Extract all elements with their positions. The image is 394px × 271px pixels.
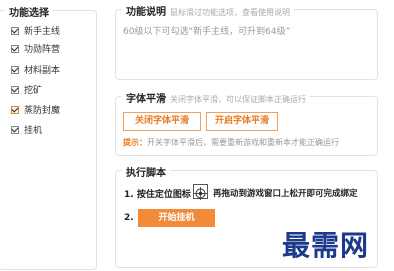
checkbox[interactable]: [11, 26, 19, 35]
option-newbie-mainline[interactable]: 新手主线: [11, 24, 60, 37]
option-label: 蒸防封魔: [24, 106, 61, 116]
checkbox[interactable]: [11, 65, 19, 74]
option-label: 新手主线: [24, 27, 61, 37]
enable-smoothing-button[interactable]: 开启字体平滑: [206, 112, 278, 131]
checkbox[interactable]: [11, 85, 19, 94]
option-mining[interactable]: 挖矿: [11, 83, 42, 96]
feature-description-text: 60级以下可勾选“新手主线，可升到64级”: [123, 27, 291, 37]
option-label: 功勋阵营: [24, 45, 61, 55]
option-label: 材料副本: [24, 66, 61, 76]
checkbox[interactable]: [11, 125, 19, 134]
font-smoothing-panel: 字体平滑 关闭字体平滑，可以保证脚本正确运行 关闭字体平滑 开启字体平滑 提示：开…: [115, 90, 378, 156]
option-label: 挂机: [24, 126, 43, 136]
disable-smoothing-button[interactable]: 关闭字体平滑: [123, 112, 201, 131]
feature-select-panel: 功能选择 新手主线 功勋阵营 材料副本 挖矿 蒸防封魔 挂机: [0, 4, 97, 270]
step1-prefix: 1. 按住定位图标: [124, 190, 191, 200]
option-label: 挖矿: [24, 86, 43, 96]
step1-suffix: 再拖动到游戏窗口上松开即可完成绑定: [213, 189, 358, 199]
option-material-dungeon[interactable]: 材料副本: [11, 63, 60, 76]
start-afk-button[interactable]: 开始挂机: [138, 209, 215, 227]
option-afk[interactable]: 挂机: [11, 123, 42, 136]
execute-script-title: 执行脚本: [122, 164, 170, 179]
locator-target-icon[interactable]: [193, 184, 208, 200]
feature-description-title: 功能说明 鼠标滑过功能选项，查看使用说明: [122, 3, 294, 18]
font-smoothing-tip: 提示：开关字体平滑后，需要重新游戏和重新本才能正确运行: [123, 138, 339, 147]
feature-description-panel: 功能说明 鼠标滑过功能选项，查看使用说明 60级以下可勾选“新手主线，可升到64级…: [115, 3, 378, 80]
option-merit-camp[interactable]: 功勋阵营: [11, 42, 60, 55]
step2-label: 2.: [124, 213, 134, 223]
checkbox[interactable]: [11, 105, 19, 114]
feature-select-title: 功能选择: [5, 4, 53, 19]
watermark: 最需网: [282, 229, 370, 262]
checkbox[interactable]: [11, 44, 19, 53]
option-seal-demon[interactable]: 蒸防封魔: [11, 103, 60, 116]
font-smoothing-title: 字体平滑 关闭字体平滑，可以保证脚本正确运行: [122, 90, 310, 105]
